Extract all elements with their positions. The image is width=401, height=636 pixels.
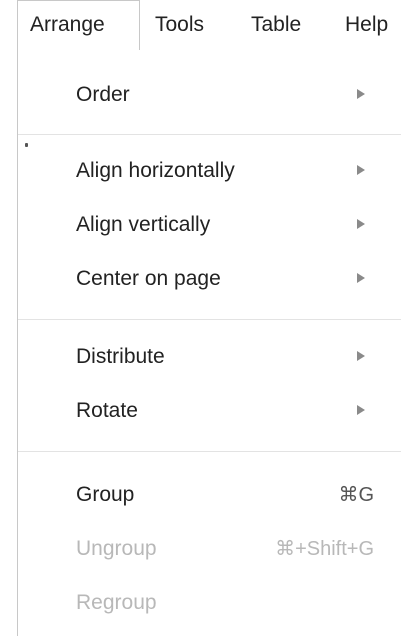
- menu-item-label: Align vertically: [76, 213, 211, 236]
- menu-item-label: Group: [76, 483, 135, 506]
- menu-item-ungroup[interactable]: Ungroup ⌘+Shift+G: [18, 522, 401, 576]
- shortcut-label: ⌘+Shift+G: [275, 538, 374, 560]
- menu-item-label: Align horizontally: [76, 159, 235, 182]
- menu-item-align-horizontally[interactable]: Align horizontally: [18, 144, 401, 198]
- menubar-help[interactable]: Help: [345, 0, 388, 50]
- submenu-arrow-icon: [357, 273, 365, 283]
- menu-item-label: Distribute: [76, 345, 165, 368]
- menu-item-label: Rotate: [76, 399, 138, 422]
- menu-bar: Arrange Tools Table Help: [0, 0, 401, 50]
- app-page: Arrange Tools Table Help Order Align hor…: [0, 0, 401, 636]
- menu-item-label: Regroup: [76, 591, 157, 614]
- submenu-arrow-icon: [357, 405, 365, 415]
- submenu-arrow-icon: [357, 351, 365, 361]
- menu-item-label: Ungroup: [76, 537, 157, 560]
- menu-item-regroup[interactable]: Regroup: [18, 576, 401, 630]
- menubar-table[interactable]: Table: [251, 0, 301, 50]
- submenu-arrow-icon: [357, 89, 365, 99]
- menu-separator: [18, 134, 401, 135]
- menu-item-order[interactable]: Order: [18, 68, 401, 122]
- submenu-arrow-icon: [357, 165, 365, 175]
- menu-item-align-vertically[interactable]: Align vertically: [18, 198, 401, 252]
- menu-item-center-on-page[interactable]: Center on page: [18, 252, 401, 306]
- submenu-arrow-icon: [357, 219, 365, 229]
- shortcut-label: ⌘G: [338, 484, 374, 506]
- arrange-dropdown-menu: Order Align horizontally Align verticall…: [17, 48, 401, 636]
- menu-item-rotate[interactable]: Rotate: [18, 384, 401, 438]
- menu-item-label: Center on page: [76, 267, 221, 290]
- menu-item-label: Order: [76, 83, 130, 106]
- menubar-tools[interactable]: Tools: [155, 0, 204, 50]
- menu-separator: [18, 319, 401, 320]
- menubar-arrange[interactable]: Arrange: [17, 0, 140, 50]
- menu-separator: [18, 451, 401, 452]
- menu-item-distribute[interactable]: Distribute: [18, 330, 401, 384]
- menu-item-group[interactable]: Group ⌘G: [18, 468, 401, 522]
